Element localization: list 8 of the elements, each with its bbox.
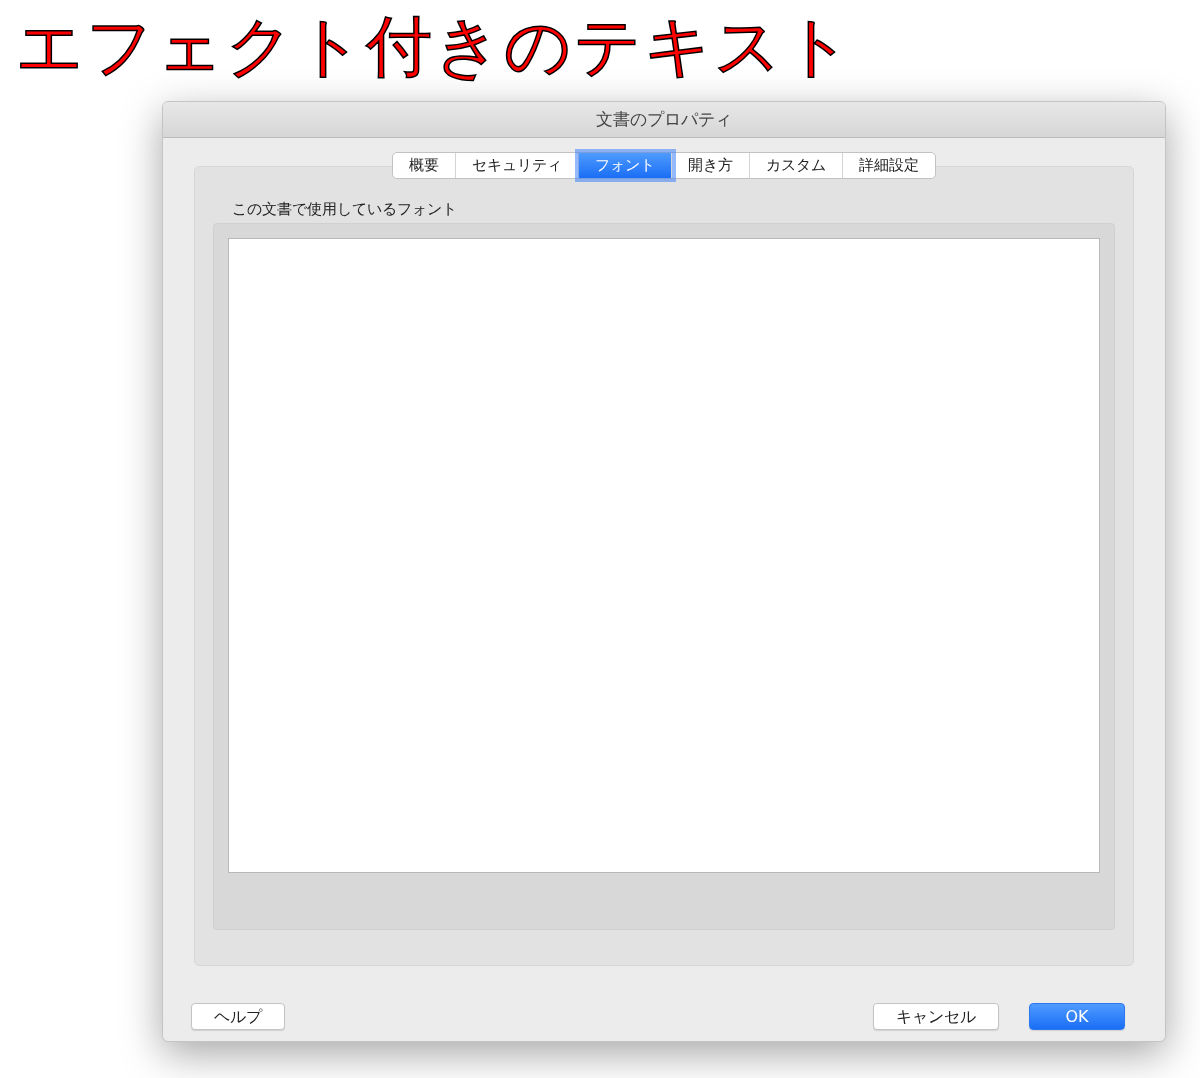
push-button[interactable]: ヘルプ [191,1003,285,1030]
push-button[interactable]: キャンセル [873,1003,999,1030]
tab[interactable]: 概要 [393,153,456,178]
window-title: 文書のプロパティ [596,107,732,131]
default-button[interactable]: OK [1029,1003,1125,1030]
panel-label: この文書で使用しているフォント [232,199,458,220]
tab[interactable]: フォント [579,153,672,178]
heading: エフェクト付きのテキスト [15,7,855,87]
